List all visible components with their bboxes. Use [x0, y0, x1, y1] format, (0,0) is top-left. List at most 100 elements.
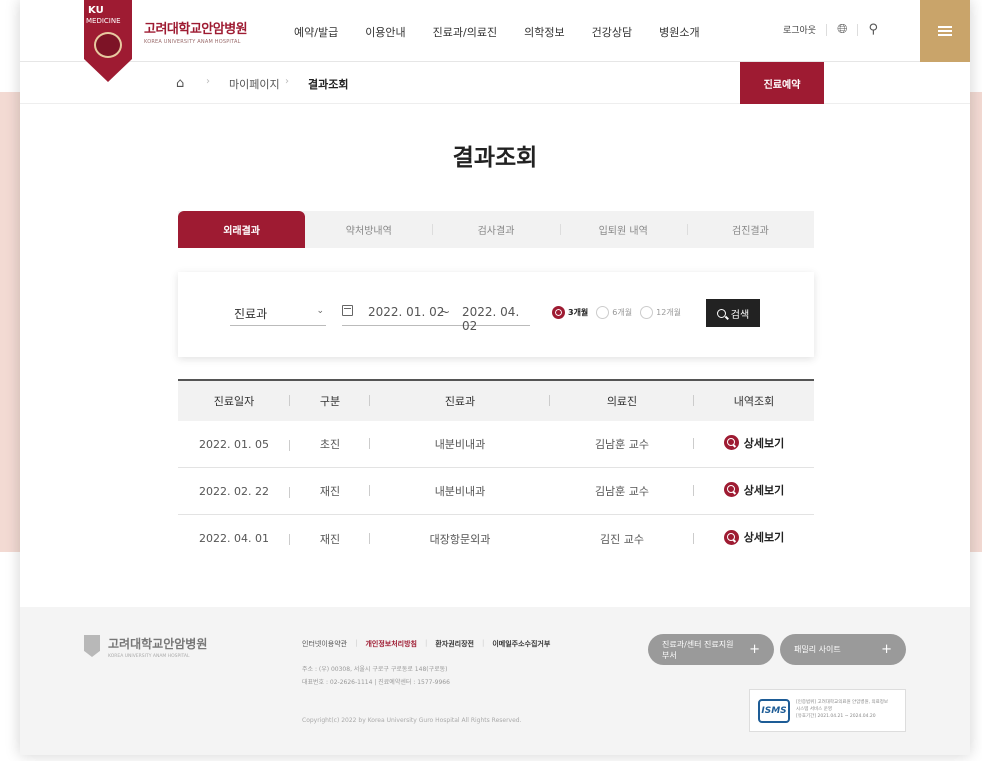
global-nav: 예약/발급 이용안내 진료과/의료진 의학정보 건강상담 병원소개 — [294, 24, 727, 40]
site-footer: 고려대학교안암병원 KOREA UNIVERSITY ANAM HOSPITAL… — [20, 607, 970, 755]
date-to: 2022. 04. 02 — [462, 305, 520, 333]
isms-scope: [인증범위] 고려대학교의료원 안암병원, 의료정보 — [796, 700, 889, 705]
tab-prescription[interactable]: 약처방내역 — [305, 211, 432, 248]
breadcrumb-current: 결과조회 — [308, 78, 349, 91]
date-range-field[interactable]: 2022. 01. 02 ~ 2022. 04. 02 — [342, 302, 530, 333]
copyright: Copyright(c) 2022 by Korea University Gu… — [302, 717, 522, 724]
footer-link-privacy[interactable]: 개인정보처리방침 — [365, 639, 417, 649]
chevron-right-icon: › — [285, 76, 289, 87]
tab-outpatient[interactable]: 외래결과 — [178, 211, 306, 248]
cell-type: 초진 — [290, 436, 370, 452]
tab-test-results[interactable]: 검사결과 — [432, 211, 559, 248]
footer-brand-en: KOREA UNIVERSITY ANAM HOSPITAL — [108, 654, 190, 659]
search-panel: 진료과 ⌄ 2022. 01. 02 ~ 2022. 04. 02 3개월 6개… — [178, 272, 814, 357]
detail-view-label: 상세보기 — [743, 483, 785, 497]
brand-name-en: KOREA UNIVERSITY ANAM HOSPITAL — [144, 39, 241, 45]
cell-detail: 상세보기 — [694, 482, 814, 501]
department-select[interactable]: 진료과 ⌄ — [230, 302, 326, 326]
cell-type: 재진 — [290, 531, 370, 547]
radio-6-months-label[interactable]: 6개월 — [612, 307, 632, 318]
reserve-button[interactable]: 진료예약 — [740, 62, 824, 104]
search-button-label: 검색 — [730, 309, 750, 321]
footer-link-patient-rights[interactable]: 환자권리장전 — [435, 639, 474, 649]
department-select-value: 진료과 — [234, 307, 268, 321]
footer-address: 주소 : (우) 00308, 서울시 구로구 구로동로 148(구로동) 대표… — [302, 663, 450, 689]
results-table: 진료일자 구분 진료과 의료진 내역조회 2022. 01. 05 초진 내분비… — [178, 379, 814, 562]
cell-dept: 대장항문외과 — [429, 532, 491, 546]
table-row: 2022. 01. 05 초진 내분비내과 김남훈 교수 상세보기 — [178, 421, 814, 468]
isms-logo: ISMS — [758, 699, 790, 723]
col-header-type: 구분 — [290, 393, 370, 409]
cell-date: 2022. 02. 22 — [178, 485, 290, 498]
plus-icon: + — [749, 642, 760, 657]
chevron-down-icon: ⌄ — [316, 306, 324, 316]
phone-text: 대표번호 : 02-2626-1114 | 진료예약센터 : 1577-9966 — [302, 679, 450, 686]
search-icon[interactable]: ⚲ — [868, 22, 878, 37]
cell-detail: 상세보기 — [694, 529, 814, 548]
calendar-icon[interactable] — [342, 305, 353, 316]
magnifier-icon — [723, 435, 739, 451]
radio-12-months-label[interactable]: 12개월 — [656, 307, 681, 318]
tab-admission[interactable]: 입퇴원 내역 — [559, 211, 687, 248]
family-site-label: 패밀리 사이트 — [794, 645, 841, 654]
nav-item-about[interactable]: 병원소개 — [659, 24, 699, 40]
cell-doctor: 김진 교수 — [550, 531, 694, 547]
home-icon[interactable]: ⌂ — [176, 76, 184, 91]
radio-3-months-label[interactable]: 3개월 — [568, 307, 588, 318]
logout-link[interactable]: 로그아웃 — [783, 23, 816, 36]
family-site-dropdown[interactable]: 패밀리 사이트 + — [780, 634, 906, 665]
col-header-doctor: 의료진 — [550, 393, 694, 409]
utility-menu: 로그아웃 🌐︎ ⚲ — [783, 22, 878, 37]
cell-date: 2022. 01. 05 — [178, 438, 290, 451]
cell-type: 재진 — [290, 483, 370, 499]
radio-6-months[interactable] — [596, 306, 610, 319]
divider — [857, 23, 859, 36]
brand-name-ko: 고려대학교안암병원 — [144, 22, 248, 37]
magnifier-icon — [723, 482, 739, 498]
isms-validity: [유효기간] 2021.04.21 ~ 2024.04.20 — [796, 714, 876, 719]
hospital-brand[interactable]: 고려대학교안암병원 KOREA UNIVERSITY ANAM HOSPITAL — [144, 18, 248, 45]
footer-link-terms[interactable]: 인터넷이용약관 — [302, 639, 347, 649]
detail-view-label: 상세보기 — [743, 531, 785, 545]
tiger-emblem-icon — [94, 32, 122, 58]
dept-center-dropdown[interactable]: 진료과/센터 진료지원부서 + — [648, 634, 774, 665]
cell-date: 2022. 04. 01 — [178, 532, 290, 545]
search-button[interactable]: 검색 — [706, 299, 760, 327]
hamburger-menu-button[interactable] — [920, 0, 970, 62]
tab-checkup[interactable]: 검진결과 — [686, 211, 814, 248]
footer-link-email-refuse[interactable]: 이메일주소수집거부 — [492, 639, 550, 649]
cell-doctor: 김남훈 교수 — [550, 483, 694, 499]
radio-3-months[interactable] — [552, 306, 565, 319]
radio-12-months[interactable] — [640, 306, 654, 319]
logo-medicine: MEDICINE — [86, 17, 121, 25]
page-title: 결과조회 — [452, 145, 538, 171]
chevron-right-icon: › — [206, 76, 210, 87]
divider — [826, 23, 828, 36]
nav-item-guide[interactable]: 이용안내 — [365, 24, 405, 40]
nav-item-departments[interactable]: 진료과/의료진 — [433, 24, 497, 40]
table-row: 2022. 02. 22 재진 내분비내과 김남훈 교수 상세보기 — [178, 468, 814, 515]
cell-doctor: 김남훈 교수 — [550, 436, 694, 452]
footer-logo[interactable]: 고려대학교안암병원 KOREA UNIVERSITY ANAM HOSPITAL — [84, 635, 207, 659]
logo-ku: KU — [88, 5, 104, 16]
col-header-date: 진료일자 — [178, 393, 290, 409]
globe-icon[interactable]: 🌐︎ — [837, 22, 847, 37]
cell-dept: 내분비내과 — [434, 485, 486, 498]
hamburger-icon — [938, 26, 952, 36]
date-separator: ~ — [440, 305, 451, 319]
nav-item-medical-info[interactable]: 의학정보 — [524, 24, 564, 40]
dept-center-label: 진료과/센터 진료지원부서 — [662, 639, 734, 660]
nav-item-reservation[interactable]: 예약/발급 — [294, 24, 338, 40]
breadcrumb-mypage[interactable]: 마이페이지 — [229, 76, 280, 92]
nav-item-consult[interactable]: 건강상담 — [592, 24, 632, 40]
detail-view-button[interactable]: 상세보기 — [723, 482, 785, 498]
search-icon — [716, 308, 726, 318]
table-header: 진료일자 구분 진료과 의료진 내역조회 — [178, 379, 814, 421]
result-tabs: 외래결과 약처방내역 검사결과 입퇴원 내역 검진결과 — [178, 211, 814, 248]
address-text: 주소 : (우) 00308, 서울시 구로구 구로동로 148(구로동) — [302, 666, 448, 673]
col-header-detail: 내역조회 — [733, 395, 775, 408]
detail-view-button[interactable]: 상세보기 — [723, 435, 785, 451]
divider: | — [481, 639, 485, 647]
detail-view-label: 상세보기 — [743, 436, 785, 450]
detail-view-button[interactable]: 상세보기 — [723, 529, 785, 545]
